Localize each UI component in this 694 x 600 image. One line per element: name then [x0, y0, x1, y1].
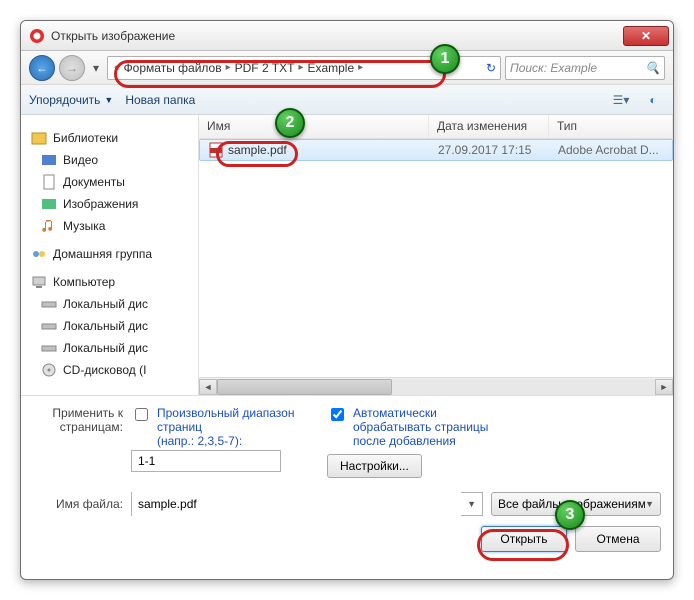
settings-button[interactable]: Настройки... [327, 454, 422, 478]
nav-history-dropdown[interactable]: ▾ [89, 58, 103, 78]
scroll-right-icon[interactable]: ► [655, 379, 673, 395]
pdf-icon [208, 142, 224, 158]
filename-input[interactable] [132, 492, 461, 516]
horizontal-scrollbar[interactable]: ◄ ► [199, 377, 673, 395]
sidebar-music[interactable]: Музыка [21, 215, 198, 237]
back-button[interactable]: ← [29, 55, 55, 81]
libraries-icon [31, 130, 47, 146]
callout-1: 1 [430, 44, 460, 74]
callout-3: 3 [555, 500, 585, 530]
file-date: 27.09.2017 17:15 [430, 143, 550, 157]
checkbox-input[interactable] [331, 408, 344, 421]
chevron-down-icon: ▼ [104, 95, 113, 105]
arrow-right-icon: → [66, 61, 78, 75]
sidebar-localdisk[interactable]: Локальный дис [21, 315, 198, 337]
documents-icon [41, 174, 57, 190]
bottom-panel: Применить к страницам: Произвольный диап… [21, 395, 673, 562]
chevron-right-icon: ▸ [356, 62, 365, 73]
sidebar-localdisk[interactable]: Локальный дис [21, 293, 198, 315]
chevron-right-icon: ▸ [224, 62, 233, 73]
drive-icon [41, 296, 57, 312]
toolbar: Упорядочить ▼ Новая папка ☰▾ ◐ [21, 85, 673, 115]
body: Библиотеки Видео Документы Изображения М… [21, 115, 673, 395]
computer-icon [31, 274, 47, 290]
sidebar-computer[interactable]: Компьютер [21, 271, 198, 293]
file-area: Имя Дата изменения Тип sample.pdf 27.09.… [199, 115, 673, 395]
cancel-button[interactable]: Отмена [575, 526, 661, 552]
scroll-left-icon[interactable]: ◄ [199, 379, 217, 395]
chevron-down-icon: ▼ [645, 499, 654, 509]
sidebar-documents[interactable]: Документы [21, 171, 198, 193]
column-type[interactable]: Тип [549, 115, 673, 138]
file-type: Adobe Acrobat D... [550, 143, 672, 157]
homegroup-icon [31, 246, 47, 262]
sidebar-cddrive[interactable]: CD-дисковод (I [21, 359, 198, 381]
sidebar-images[interactable]: Изображения [21, 193, 198, 215]
chevron-down-icon: ▾ [93, 61, 99, 75]
chevron-right-icon: ▸ [296, 62, 305, 73]
video-icon [41, 152, 57, 168]
organize-menu[interactable]: Упорядочить ▼ [29, 93, 113, 107]
cd-icon [41, 362, 57, 378]
search-icon: 🔍 [645, 61, 660, 75]
custom-range-checkbox[interactable]: Произвольный диапазон страниц (напр.: 2,… [131, 406, 307, 448]
search-input[interactable]: Поиск: Example 🔍 [505, 56, 665, 80]
sidebar-video[interactable]: Видео [21, 149, 198, 171]
drive-icon [41, 340, 57, 356]
window-title: Открыть изображение [51, 29, 623, 43]
refresh-icon[interactable]: ↻ [486, 61, 496, 75]
column-date[interactable]: Дата изменения [429, 115, 549, 138]
chevron-down-icon[interactable]: ▼ [461, 499, 482, 509]
close-icon: ✕ [641, 29, 651, 43]
close-button[interactable]: ✕ [623, 26, 669, 46]
dialog-window: Открыть изображение ✕ ← → ▾ « Форматы фа… [20, 20, 674, 580]
file-name: sample.pdf [228, 143, 287, 157]
view-mode-button[interactable]: ☰▾ [609, 89, 633, 111]
breadcrumb[interactable]: Форматы файлов [122, 61, 224, 75]
apply-pages-label: Применить к страницам: [33, 406, 123, 478]
page-range-input[interactable] [131, 450, 281, 472]
column-name[interactable]: Имя [199, 115, 429, 138]
chevron-left-icon: « [112, 62, 122, 73]
sidebar-libraries[interactable]: Библиотеки [21, 127, 198, 149]
sidebar-localdisk[interactable]: Локальный дис [21, 337, 198, 359]
sidebar-homegroup[interactable]: Домашняя группа [21, 243, 198, 265]
breadcrumb[interactable]: Example [305, 61, 356, 75]
help-icon: ◐ [649, 93, 656, 107]
open-button[interactable]: Открыть [481, 526, 567, 552]
new-folder-button[interactable]: Новая папка [125, 93, 195, 107]
file-list: sample.pdf 27.09.2017 17:15 Adobe Acroba… [199, 139, 673, 377]
column-headers: Имя Дата изменения Тип [199, 115, 673, 139]
app-icon [29, 28, 45, 44]
scroll-thumb[interactable] [217, 379, 392, 395]
images-icon [41, 196, 57, 212]
forward-button[interactable]: → [59, 55, 85, 81]
search-placeholder: Поиск: Example [510, 61, 597, 75]
arrow-left-icon: ← [36, 61, 48, 75]
checkbox-input[interactable] [135, 408, 148, 421]
titlebar: Открыть изображение ✕ [21, 21, 673, 51]
list-icon: ☰▾ [613, 93, 630, 107]
breadcrumb[interactable]: PDF 2 TXT [233, 61, 297, 75]
music-icon [41, 218, 57, 234]
help-button[interactable]: ◐ [641, 89, 665, 111]
filename-label: Имя файла: [33, 497, 123, 511]
nav-row: ← → ▾ « Форматы файлов ▸ PDF 2 TXT ▸ Exa… [21, 51, 673, 85]
drive-icon [41, 318, 57, 334]
sidebar: Библиотеки Видео Документы Изображения М… [21, 115, 199, 395]
auto-process-checkbox[interactable]: Автоматически обрабатывать страницы посл… [327, 406, 503, 448]
callout-2: 2 [275, 108, 305, 138]
file-row[interactable]: sample.pdf 27.09.2017 17:15 Adobe Acroba… [199, 139, 673, 161]
